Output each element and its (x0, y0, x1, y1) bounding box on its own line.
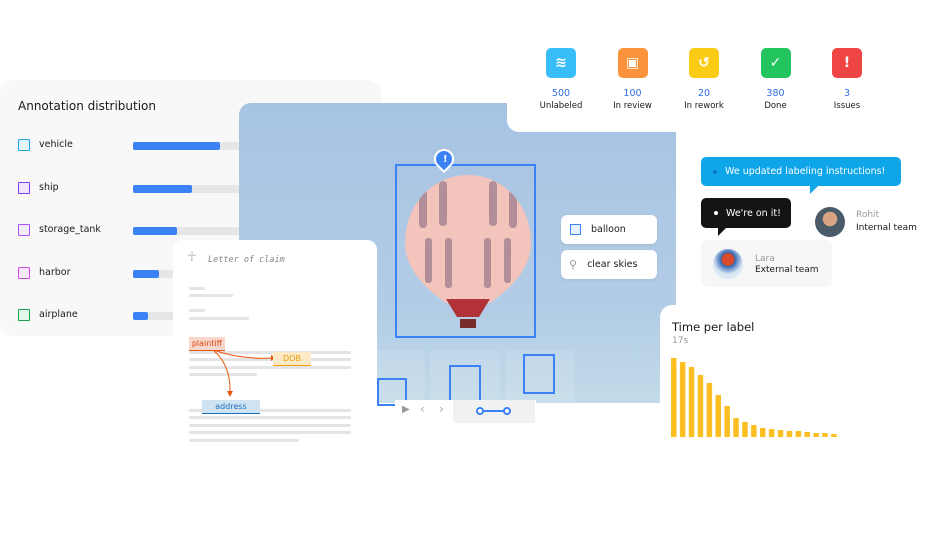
bar-0 (671, 358, 677, 437)
frame-thumbnail[interactable] (430, 350, 500, 403)
bar-6 (724, 406, 730, 437)
bar-12 (777, 430, 784, 437)
class-label: harbor (39, 266, 71, 278)
class-color-icon (18, 266, 30, 279)
video-controls: ▶ ‹ › (395, 400, 536, 423)
bar-9 (751, 425, 757, 437)
classification-icon: ⚲ (569, 258, 578, 271)
panel-title: Annotation distribution (18, 99, 157, 113)
class-color-icon (18, 139, 30, 151)
bar-15 (804, 432, 810, 437)
label-balloon[interactable]: balloon (561, 215, 657, 244)
bar-11 (768, 429, 775, 437)
alert-icon: ! (832, 48, 862, 78)
label-clear-skies[interactable]: ⚲ clear skies (561, 250, 657, 279)
bar-2 (688, 367, 695, 437)
entity-tag-plaintiff[interactable]: plaintiff (189, 337, 225, 351)
time-per-label-chart: Time per label 17s (660, 305, 931, 544)
announcement-bubble: We updated labeling instructions! (701, 157, 901, 186)
avatar (815, 207, 845, 237)
bar-17 (822, 433, 828, 437)
class-color-icon (18, 224, 30, 236)
class-label: storage_tank (39, 224, 101, 235)
user-card-rohit: Rohit Internal team (804, 198, 931, 246)
timeline-handle-end[interactable] (503, 407, 511, 415)
bounding-box[interactable] (395, 164, 536, 338)
stat-issues[interactable]: ! 3 Issues (812, 48, 882, 111)
user-card-lara: Lara External team (701, 240, 832, 287)
entity-tag-address[interactable]: address (202, 400, 260, 414)
stat-in-rework[interactable]: ↺ 20 In rework (669, 48, 739, 111)
exclamation-icon: ! (443, 154, 448, 165)
bar-4 (706, 383, 713, 437)
timeline[interactable] (453, 400, 535, 423)
class-label: airplane (39, 309, 78, 320)
stat-in-review[interactable]: ▣ 100 In review (598, 48, 668, 111)
class-color-icon (18, 309, 30, 321)
bar-8 (742, 422, 748, 437)
layers-icon: ≋ (546, 48, 576, 78)
timeline-handle-start[interactable] (476, 407, 484, 415)
bar-16 (813, 433, 819, 437)
class-label: vehicle (39, 139, 73, 150)
play-icon[interactable]: ▶ (402, 404, 410, 415)
class-label: ship (39, 181, 59, 193)
bar-5 (715, 395, 721, 437)
class-color-icon (18, 181, 30, 194)
document-panel: ☥ Letter of claim plaintiff DOB address (173, 240, 377, 455)
frame-thumbnail[interactable] (505, 350, 575, 403)
bar-18 (831, 434, 837, 437)
bar-1 (679, 362, 686, 437)
clipboard-review-icon: ▣ (617, 48, 648, 78)
entity-tag-dob[interactable]: DOB (273, 352, 311, 366)
bar-3 (697, 375, 704, 437)
status-summary-card: ≋ 500 Unlabeled ▣ 100 In review ↺ 20 In rewor… (507, 40, 931, 132)
stat-done[interactable]: ✓ 380 Done (741, 48, 811, 111)
bar-14 (795, 431, 802, 437)
clipboard-check-icon: ✓ (760, 48, 791, 78)
bar-13 (786, 431, 793, 437)
clipboard-rework-icon: ↺ (689, 48, 719, 78)
bounding-box-icon (570, 224, 581, 235)
reply-bubble: We're on it! (701, 198, 791, 228)
next-frame-icon[interactable]: › (439, 402, 444, 416)
bar-7 (733, 418, 739, 437)
avatar (713, 249, 743, 279)
prev-frame-icon[interactable]: ‹ (420, 402, 425, 416)
bar-10 (760, 428, 766, 437)
stat-unlabeled[interactable]: ≋ 500 Unlabeled (526, 48, 596, 111)
